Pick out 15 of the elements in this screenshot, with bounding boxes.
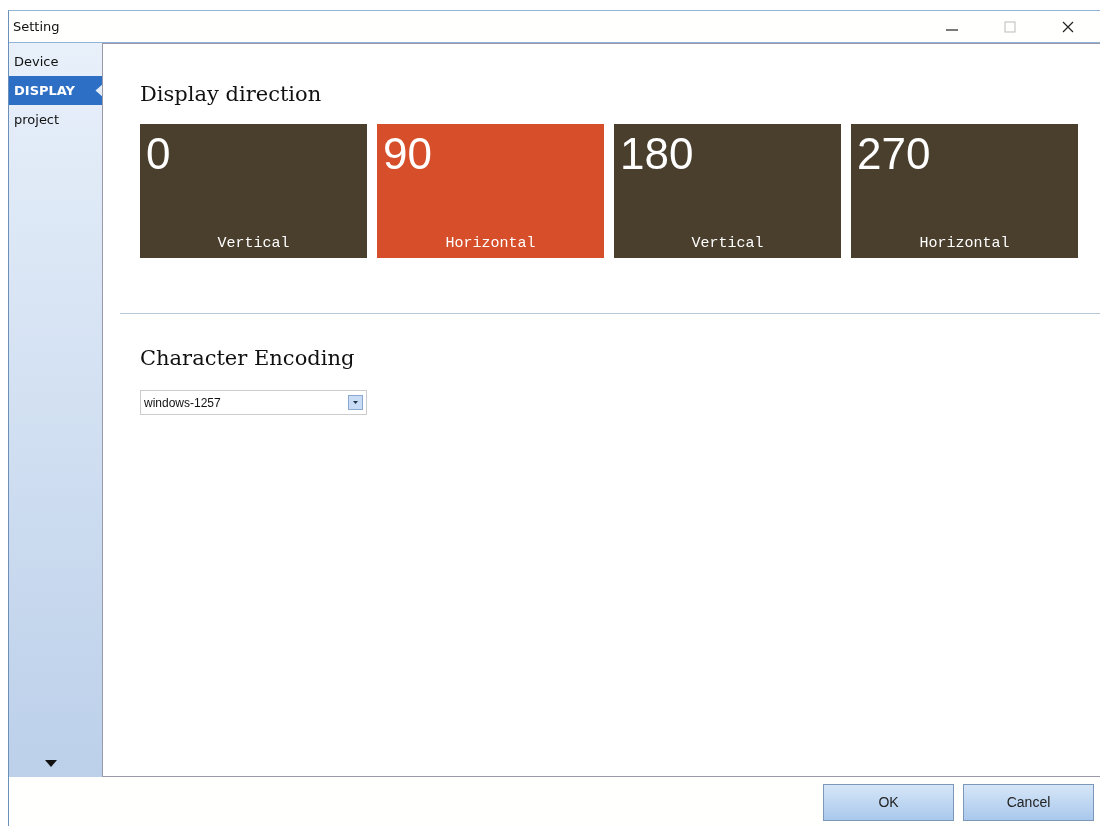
- sidebar-item[interactable]: project: [9, 105, 102, 134]
- sidebar-item[interactable]: DISPLAY: [9, 76, 102, 105]
- window-title: Setting: [13, 19, 60, 34]
- close-icon[interactable]: [1061, 19, 1075, 34]
- direction-tile[interactable]: 270 Horizontal: [851, 124, 1078, 258]
- cancel-button[interactable]: Cancel: [963, 783, 1094, 821]
- direction-tile[interactable]: 180 Vertical: [614, 124, 841, 258]
- section-heading: Display direction: [140, 82, 323, 106]
- encoding-dropdown[interactable]: windows-1257: [140, 390, 367, 415]
- section-heading: Character Encoding: [140, 346, 356, 370]
- direction-tile[interactable]: 0 Vertical: [140, 124, 367, 258]
- sidebar-item[interactable]: Device: [9, 47, 102, 76]
- scroll-down-icon[interactable]: [44, 760, 57, 767]
- ok-button[interactable]: OK: [823, 783, 954, 821]
- direction-tile[interactable]: 90 Horizontal: [377, 124, 604, 258]
